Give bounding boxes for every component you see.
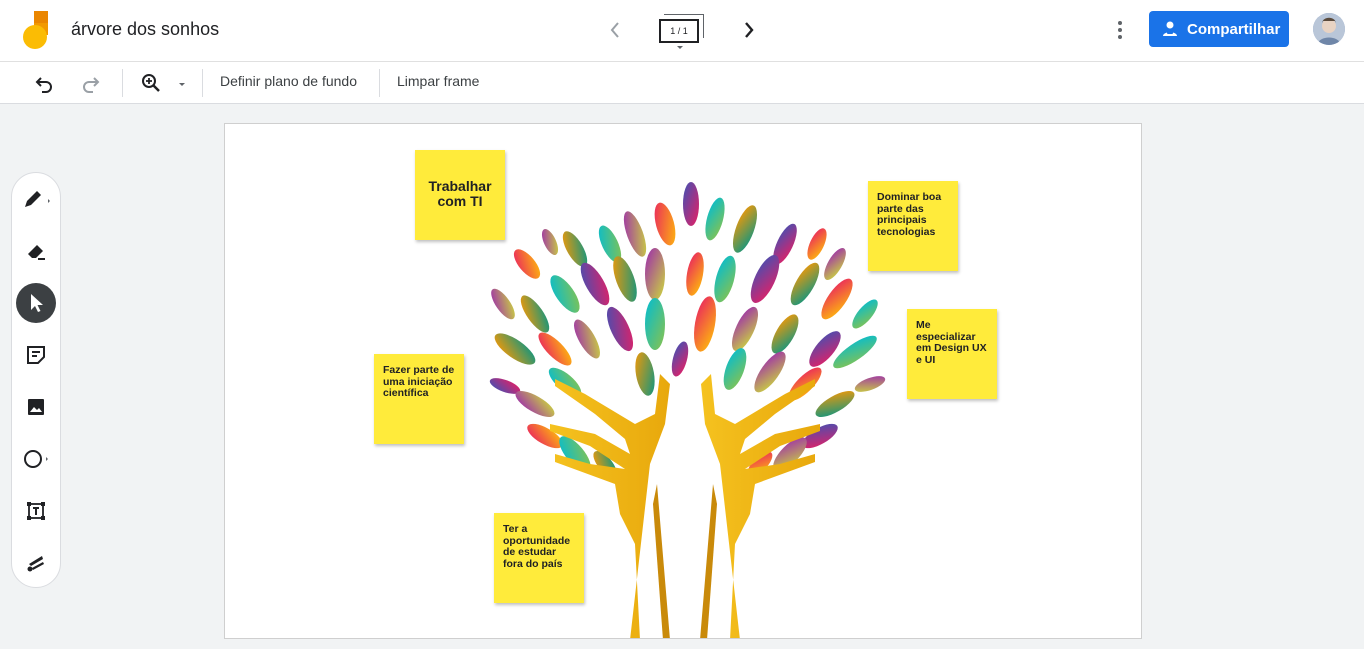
sticky-note-tool-button[interactable] xyxy=(16,335,56,375)
next-frame-button[interactable] xyxy=(739,18,759,42)
frame-counter: 1 / 1 xyxy=(659,19,699,43)
text-box-tool-button[interactable] xyxy=(16,491,56,531)
sticky-note[interactable]: Trabalhar com TI xyxy=(415,150,505,240)
share-button[interactable]: Compartilhar xyxy=(1149,11,1289,47)
share-button-label: Compartilhar xyxy=(1187,20,1281,38)
document-title[interactable]: árvore dos sonhos xyxy=(71,19,219,40)
tool-palette xyxy=(11,172,61,588)
sticky-note[interactable]: Fazer parte de uma iniciação científica xyxy=(374,354,464,444)
frame-bar-toggle[interactable]: 1 / 1 xyxy=(655,12,707,52)
jam-frame-canvas[interactable]: Trabalhar com TI Dominar boa parte das p… xyxy=(224,123,1142,639)
toolbar-divider xyxy=(202,69,203,97)
chevron-left-icon xyxy=(610,22,619,38)
undo-button[interactable] xyxy=(32,71,56,95)
image-tool-button[interactable] xyxy=(16,387,56,427)
tree-of-hands-illustration xyxy=(489,182,886,638)
zoom-in-icon xyxy=(142,74,160,92)
chevron-right-icon xyxy=(745,22,754,38)
zoom-button[interactable] xyxy=(139,71,163,95)
previous-frame-button[interactable] xyxy=(605,18,625,42)
set-background-button[interactable]: Definir plano de fundo xyxy=(220,73,357,89)
laser-tool-button[interactable] xyxy=(16,543,56,583)
clear-frame-button[interactable]: Limpar frame xyxy=(397,73,479,89)
text-box-icon xyxy=(27,502,45,520)
sticky-note[interactable]: Me especializar em Design UX e UI xyxy=(907,309,997,399)
select-tool-button[interactable] xyxy=(16,283,56,323)
redo-icon xyxy=(83,77,100,93)
select-arrow-icon xyxy=(31,294,43,312)
more-vert-icon xyxy=(1118,21,1122,39)
more-options-button[interactable] xyxy=(1108,16,1132,44)
avatar[interactable] xyxy=(1313,13,1345,45)
circle-shape-icon xyxy=(24,450,48,468)
redo-button[interactable] xyxy=(79,71,103,95)
toolbar-divider xyxy=(122,69,123,97)
image-icon xyxy=(28,399,44,415)
laser-icon xyxy=(27,556,44,572)
eraser-icon xyxy=(28,245,45,260)
jamboard-logo[interactable] xyxy=(22,11,48,49)
undo-icon xyxy=(35,77,52,93)
zoom-dropdown[interactable] xyxy=(174,71,190,95)
sticky-note[interactable]: Dominar boa parte das principais tecnolo… xyxy=(868,181,958,271)
edit-toolbar: Definir plano de fundo Limpar frame xyxy=(0,62,1364,104)
eraser-tool-button[interactable] xyxy=(16,231,56,271)
sticky-note-icon xyxy=(27,346,45,364)
top-bar: árvore dos sonhos 1 / 1 Compartilhar xyxy=(0,0,1364,62)
pen-tool-button[interactable] xyxy=(16,179,56,219)
sticky-note[interactable]: Ter a oportunidade de estudar fora do pa… xyxy=(494,513,584,603)
caret-down-icon xyxy=(677,46,683,49)
caret-down-icon xyxy=(179,83,185,86)
pen-icon xyxy=(25,191,50,207)
person-share-icon xyxy=(1163,21,1177,36)
toolbar-divider xyxy=(379,69,380,97)
shape-tool-button[interactable] xyxy=(16,439,56,479)
